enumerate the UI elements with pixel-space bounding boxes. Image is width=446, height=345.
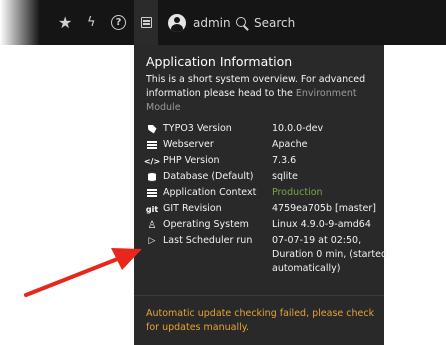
- row-value: 07-07-19 at 02:50, Duration 0 min, (star…: [272, 235, 388, 274]
- play-icon: ▷: [148, 236, 156, 246]
- update-check-warning: Automatic update checking failed, please…: [146, 308, 375, 333]
- context-icon: [146, 187, 158, 199]
- info-row-database: Database (Default) sqlite: [146, 170, 298, 186]
- system-information-icon: [140, 17, 152, 28]
- row-value: 7.3.6: [272, 155, 297, 166]
- row-value: Production: [272, 187, 323, 198]
- avatar: [168, 13, 186, 32]
- search-button[interactable]: Search: [236, 0, 295, 45]
- row-label: Database (Default): [163, 171, 254, 182]
- row-value: Apache: [272, 139, 308, 150]
- system-information-dropdown: Application Information This is a short …: [134, 45, 387, 345]
- database-icon: [146, 171, 158, 183]
- info-row-typo3-version: TYPO3 Version 10.0.0-dev: [146, 122, 323, 138]
- linux-icon: ♙: [147, 219, 157, 231]
- row-label: Webserver: [163, 139, 214, 150]
- user-menu[interactable]: admin: [168, 0, 231, 45]
- row-value: Linux 4.9.0-9-amd64: [272, 219, 371, 230]
- help-icon: ?: [111, 15, 126, 30]
- typo3-icon: [146, 123, 158, 135]
- row-value: 10.0.0-dev: [272, 123, 324, 134]
- row-value: 4759ea705b [master]: [272, 203, 376, 214]
- code-icon: </>: [143, 156, 161, 166]
- info-row-git-revision: git GIT Revision 4759ea705b [master]: [146, 202, 376, 218]
- panel-title: Application Information: [146, 54, 293, 69]
- row-label: PHP Version: [163, 155, 220, 166]
- panel-description: This is a short system overview. For adv…: [146, 73, 384, 115]
- row-label: Application Context: [163, 187, 257, 198]
- row-label: Last Scheduler run: [163, 235, 253, 246]
- search-label: Search: [254, 15, 296, 30]
- row-label: GIT Revision: [163, 203, 222, 214]
- clear-cache-bolt-icon[interactable]: ϟ: [87, 0, 96, 45]
- system-information-button[interactable]: [134, 0, 158, 45]
- info-row-application-context: Application Context Production: [146, 186, 323, 202]
- top-toolbar: ★ ϟ ? admin Search: [0, 0, 446, 45]
- info-row-last-scheduler-run: ▷ Last Scheduler run 07-07-19 at 02:50, …: [146, 234, 397, 282]
- divider: [134, 295, 384, 296]
- info-row-php-version: </> PHP Version 7.3.6: [143, 154, 297, 170]
- row-label: Operating System: [163, 219, 249, 230]
- username: admin: [193, 15, 231, 30]
- info-row-operating-system: ♙ Operating System Linux 4.9.0-9-amd64: [146, 218, 371, 234]
- row-value: sqlite: [272, 171, 298, 182]
- git-icon: git: [145, 204, 159, 214]
- bookmarks-star-icon[interactable]: ★: [58, 0, 72, 45]
- server-icon: [146, 139, 158, 151]
- search-icon: [236, 16, 246, 27]
- info-row-webserver: Webserver Apache: [146, 138, 307, 154]
- help-button[interactable]: ?: [111, 0, 126, 45]
- row-label: TYPO3 Version: [163, 123, 232, 134]
